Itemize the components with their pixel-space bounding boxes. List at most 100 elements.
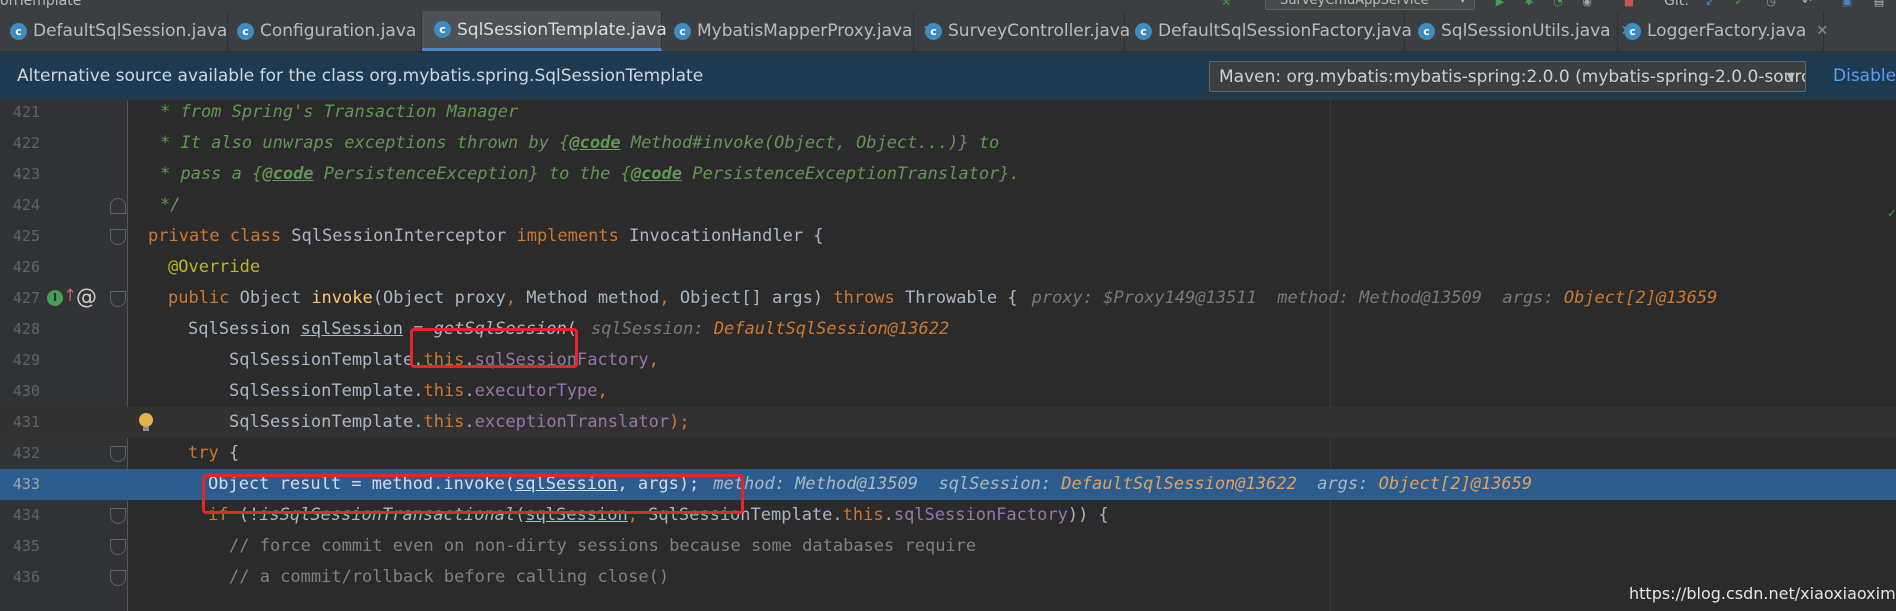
- tab-label: MybatisMapperProxy.java: [697, 21, 913, 41]
- tab-survey-controller[interactable]: c SurveyController.java ✕: [925, 11, 1152, 51]
- code-text: try {: [188, 443, 240, 463]
- code-line-422[interactable]: 422 * It also unwraps exceptions thrown …: [0, 128, 1896, 159]
- code-line-426[interactable]: 426 @Override: [0, 252, 1896, 283]
- java-class-icon: c: [1418, 22, 1435, 40]
- settings-icon[interactable]: ▤: [1872, 0, 1886, 8]
- run-configuration-label: SurveyCmdAppService: [1280, 0, 1429, 8]
- tab-logger-factory[interactable]: c LoggerFactory.java ✕: [1624, 11, 1828, 51]
- java-class-icon: c: [10, 22, 27, 40]
- inline-debug-values: sqlSession: DefaultSqlSession@13622: [590, 319, 950, 339]
- code-line-432[interactable]: 432 try {: [0, 438, 1896, 469]
- code-text: SqlSessionTemplate.this.executorType,: [229, 381, 608, 401]
- tab-sql-session-utils[interactable]: c SqlSessionUtils.java ✕: [1418, 11, 1632, 51]
- code-line-435[interactable]: 435 // force commit even on non-dirty se…: [0, 531, 1896, 562]
- code-text: // a commit/rollback before calling clos…: [229, 567, 670, 587]
- chevron-down-icon: ▼: [1786, 70, 1795, 83]
- code-text: private class SqlSessionInterceptor impl…: [148, 226, 824, 246]
- java-class-icon: c: [434, 21, 451, 38]
- run-icon[interactable]: ▶: [1493, 0, 1507, 8]
- fold-marker-icon[interactable]: [110, 570, 126, 586]
- line-number: 424: [12, 196, 40, 214]
- inline-debug-values: method: Method@13509 sqlSession: Default…: [713, 474, 1533, 494]
- tab-label: DefaultSqlSessionFactory.java: [1158, 21, 1412, 41]
- code-line-421[interactable]: 421 * from Spring's Transaction Manager: [0, 100, 1896, 128]
- code-line-431[interactable]: 431 SqlSessionTemplate.this.exceptionTra…: [0, 407, 1896, 438]
- line-number: 431: [12, 413, 40, 431]
- alternative-source-value: Maven: org.mybatis:mybatis-spring:2.0.0 …: [1219, 67, 1806, 87]
- project-structure-icon[interactable]: ▣: [1840, 0, 1854, 8]
- fold-marker-icon[interactable]: [110, 446, 126, 462]
- tab-label: SqlSessionTemplate.java: [457, 19, 667, 40]
- run-configuration-select[interactable]: SurveyCmdAppService ▼: [1265, 0, 1475, 10]
- tab-label: DefaultSqlSession.java: [33, 21, 228, 41]
- fold-marker-icon[interactable]: [110, 539, 126, 555]
- code-line-433-execution-point[interactable]: 433 Object result = method.invoke(sqlSes…: [0, 469, 1896, 500]
- line-number: 428: [12, 320, 40, 338]
- revert-icon[interactable]: ↶: [1800, 0, 1814, 8]
- tab-default-sql-session[interactable]: c DefaultSqlSession.java ✕: [10, 11, 249, 51]
- tab-default-sql-session-factory[interactable]: c DefaultSqlSessionFactory.java ✕: [1135, 11, 1434, 51]
- code-line-429[interactable]: 429 SqlSessionTemplate.this.sqlSessionFa…: [0, 345, 1896, 376]
- code-text: SqlSession sqlSession = getSqlSession(sq…: [188, 319, 950, 339]
- code-line-434[interactable]: 434 if (!isSqlSessionTransactional(sqlSe…: [0, 500, 1896, 531]
- tab-configuration[interactable]: c Configuration.java ✕: [237, 11, 438, 51]
- code-line-424[interactable]: 424 */: [0, 190, 1896, 221]
- java-class-icon: c: [237, 22, 254, 40]
- fold-marker-icon[interactable]: [110, 198, 126, 214]
- line-number: 425: [12, 227, 40, 245]
- debug-icon[interactable]: ✱: [1522, 0, 1536, 8]
- line-number: 434: [12, 506, 40, 524]
- history-icon[interactable]: ◷: [1764, 0, 1778, 8]
- tab-label: LoggerFactory.java: [1647, 21, 1807, 41]
- git-update-icon[interactable]: ↙: [1703, 0, 1717, 8]
- code-text: public Object invoke(Object proxy, Metho…: [168, 288, 1718, 308]
- implements-method-icon[interactable]: I: [47, 290, 63, 306]
- line-number: 430: [12, 382, 40, 400]
- code-line-428[interactable]: 428 SqlSession sqlSession = getSqlSessio…: [0, 314, 1896, 345]
- code-line-425[interactable]: 425 private class SqlSessionInterceptor …: [0, 221, 1896, 252]
- profile-icon[interactable]: ◉: [1580, 0, 1594, 8]
- java-class-icon: c: [925, 22, 942, 40]
- tab-label: Configuration.java: [260, 21, 417, 41]
- fold-marker-icon[interactable]: [110, 508, 126, 524]
- git-commit-icon[interactable]: ✓: [1732, 0, 1746, 8]
- close-icon[interactable]: ✕: [1816, 23, 1828, 39]
- annotation-at-icon: @: [76, 285, 97, 309]
- coverage-icon[interactable]: ◔: [1551, 0, 1565, 8]
- code-text: @Override: [168, 257, 261, 277]
- code-text: // force commit even on non-dirty sessio…: [229, 536, 977, 556]
- fold-marker-icon[interactable]: [110, 229, 126, 245]
- code-text: * from Spring's Transaction Manager: [160, 102, 519, 122]
- tab-sql-session-template[interactable]: c SqlSessionTemplate.java ✕: [422, 11, 689, 51]
- title-bar: onTemplate SurveyCmdAppService ▼ ⚒ ▶ ✱ ◔…: [0, 0, 1896, 11]
- code-text: SqlSessionTemplate.this.sqlSessionFactor…: [229, 350, 659, 370]
- line-number: 423: [12, 165, 40, 183]
- code-line-423[interactable]: 423 * pass a {@code PersistenceException…: [0, 159, 1896, 190]
- disable-link[interactable]: Disable: [1833, 66, 1896, 86]
- line-number: 433: [12, 475, 40, 493]
- alternative-source-select[interactable]: Maven: org.mybatis:mybatis-spring:2.0.0 …: [1209, 61, 1806, 92]
- line-number: 426: [12, 258, 40, 276]
- editor-tab-bar: c DefaultSqlSession.java ✕ c Configurati…: [0, 11, 1896, 52]
- lightbulb-icon[interactable]: [139, 413, 153, 431]
- code-text: * pass a {@code PersistenceException} to…: [160, 164, 1020, 184]
- code-line-427[interactable]: 427 I ↑ @ public Object invoke(Object pr…: [0, 283, 1896, 314]
- tab-label: SurveyController.java: [948, 21, 1131, 41]
- code-editor[interactable]: 421 * from Spring's Transaction Manager …: [0, 100, 1896, 611]
- code-text: SqlSessionTemplate.this.exceptionTransla…: [229, 412, 690, 432]
- watermark-url: https://blog.csdn.net/xiaoxiaoximeng: [1629, 584, 1896, 603]
- line-number: 422: [12, 134, 40, 152]
- line-number: 421: [12, 103, 40, 121]
- inline-debug-values: proxy: $Proxy149@13511 method: Method@13…: [1031, 288, 1718, 308]
- java-class-icon: c: [1135, 22, 1152, 40]
- inspection-ok-icon: ✓: [1887, 206, 1896, 220]
- fold-marker-icon[interactable]: [110, 291, 126, 307]
- notification-message: Alternative source available for the cla…: [17, 66, 704, 86]
- alternative-source-notification: Alternative source available for the cla…: [0, 52, 1896, 100]
- tab-mybatis-mapper-proxy[interactable]: c MybatisMapperProxy.java ✕: [674, 11, 934, 51]
- code-line-436[interactable]: 436 // a commit/rollback before calling …: [0, 562, 1896, 593]
- code-line-430[interactable]: 430 SqlSessionTemplate.this.executorType…: [0, 376, 1896, 407]
- code-text: * It also unwraps exceptions thrown by {…: [160, 133, 1000, 153]
- hammer-icon[interactable]: ⚒: [1219, 0, 1233, 8]
- stop-icon[interactable]: ■: [1622, 0, 1636, 8]
